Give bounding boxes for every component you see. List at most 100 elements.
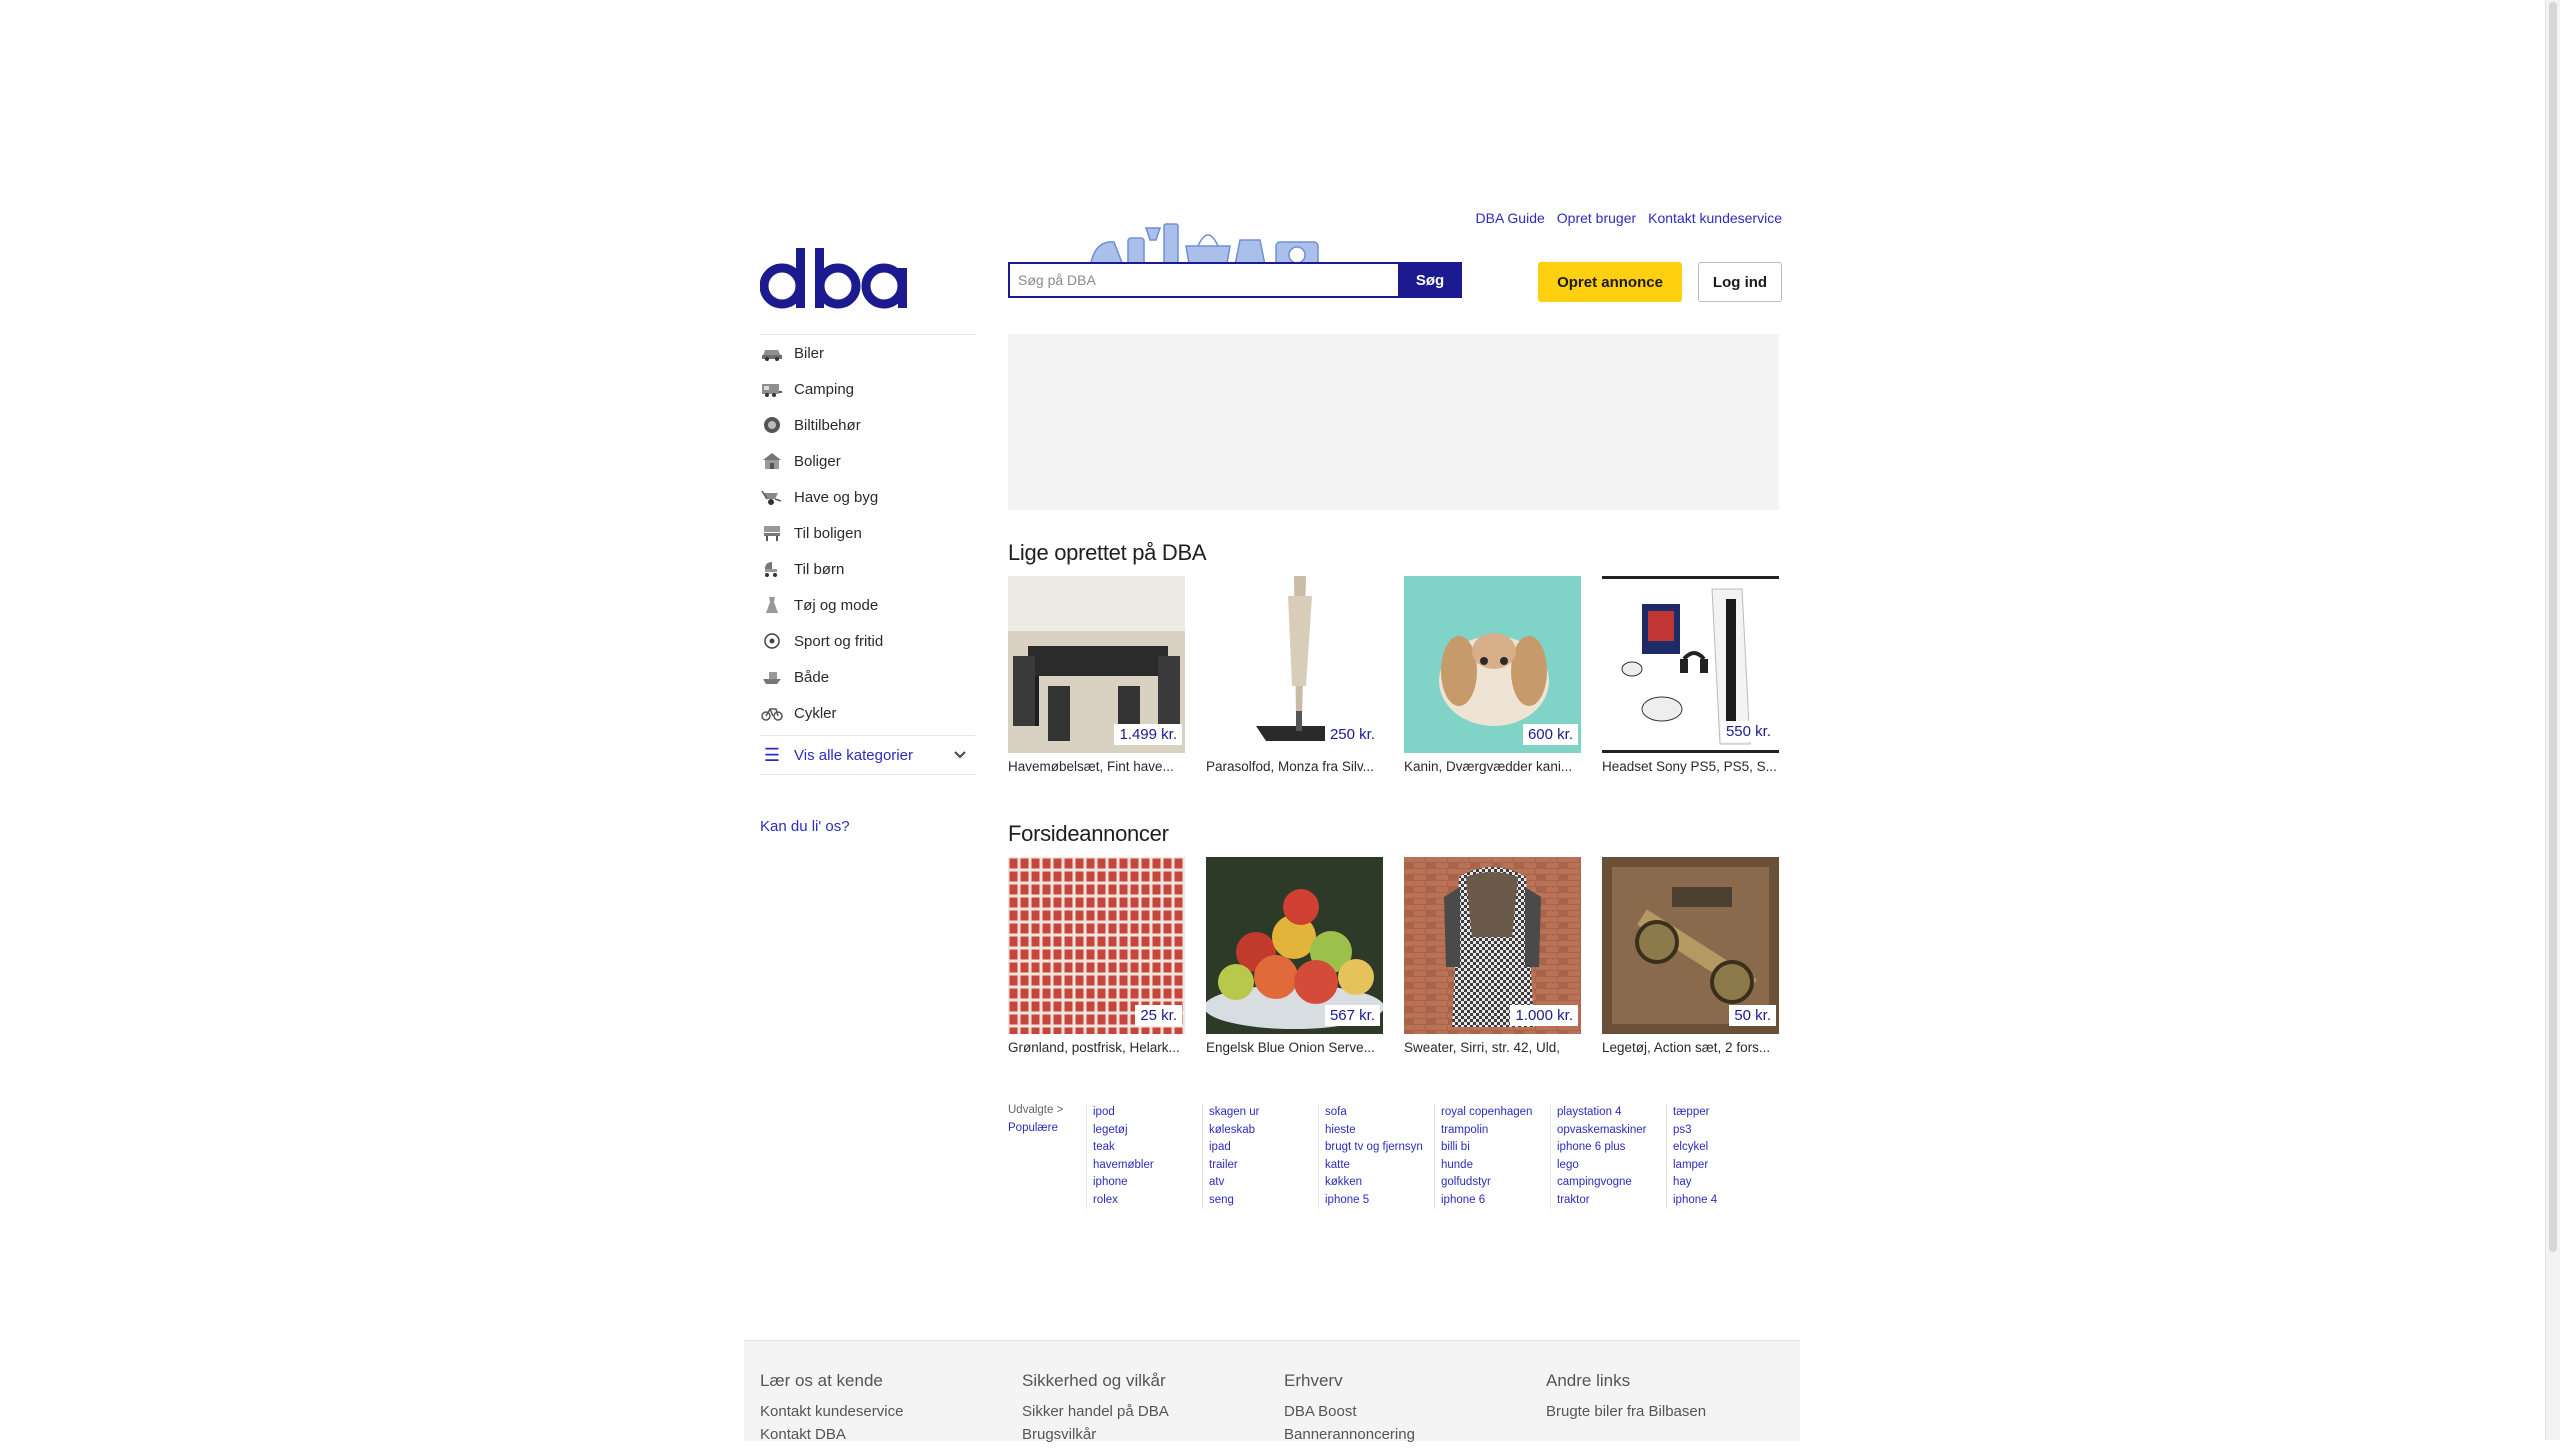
popular-link[interactable]: billi bi [1441, 1139, 1551, 1157]
footer-link[interactable]: Kontakt kundeservice [760, 1403, 903, 1420]
sidebar-item-baade[interactable]: Både [760, 659, 975, 695]
popular-link[interactable]: rolex [1093, 1192, 1203, 1210]
popular-link[interactable]: tæpper [1673, 1104, 1783, 1122]
listing-card[interactable]: 1.000 kr. Sweater, Sirri, str. 42, Uld, [1404, 857, 1581, 1055]
popular-link[interactable]: campingvogne [1557, 1174, 1667, 1192]
listing-card[interactable]: 1.499 kr. Havemøbelsæt, Fint have... [1008, 576, 1185, 774]
popular-link[interactable]: hay [1673, 1174, 1783, 1192]
listing-title[interactable]: Sweater, Sirri, str. 42, Uld, [1404, 1040, 1581, 1055]
sidebar-item-til-born[interactable]: Til børn [760, 551, 975, 587]
listing-image-sweater[interactable]: 1.000 kr. [1404, 857, 1581, 1034]
listing-title[interactable]: Engelsk Blue Onion Serve... [1206, 1040, 1383, 1055]
customer-service-link[interactable]: Kontakt kundeservice [1648, 210, 1782, 226]
popular-link[interactable]: legetøj [1093, 1122, 1203, 1140]
listing-card[interactable]: 567 kr. Engelsk Blue Onion Serve... [1206, 857, 1383, 1055]
popular-link[interactable]: golfudstyr [1441, 1174, 1551, 1192]
listing-image-ps5[interactable]: 550 kr. [1602, 576, 1779, 753]
create-ad-button[interactable]: Opret annonce [1538, 262, 1682, 302]
popular-link[interactable]: brugt tv og fjernsyn [1325, 1139, 1435, 1157]
search-button[interactable]: Søg [1398, 262, 1462, 298]
search-input[interactable] [1008, 262, 1398, 298]
popular-link[interactable]: skagen ur [1209, 1104, 1319, 1122]
popular-link[interactable]: traktor [1557, 1192, 1667, 1210]
listing-title[interactable]: Havemøbelsæt, Fint have... [1008, 759, 1185, 774]
sidebar-item-cykler[interactable]: Cykler [760, 695, 975, 731]
listing-title[interactable]: Kanin, Dværgvædder kani... [1404, 759, 1581, 774]
listing-card[interactable]: 550 kr. Headset Sony PS5, PS5, S... [1602, 576, 1779, 774]
create-user-link[interactable]: Opret bruger [1557, 210, 1636, 226]
listing-image-toy-set[interactable]: 50 kr. [1602, 857, 1779, 1034]
popular-link[interactable]: atv [1209, 1174, 1319, 1192]
listing-title[interactable]: Grønland, postfrisk, Helark... [1008, 1040, 1185, 1055]
footer-link[interactable]: DBA Boost [1284, 1403, 1415, 1420]
dba-logo[interactable] [760, 240, 910, 320]
popular-link[interactable]: teak [1093, 1139, 1203, 1157]
popular-link[interactable]: iphone 4 [1673, 1192, 1783, 1210]
login-button[interactable]: Log ind [1698, 262, 1782, 302]
popular-link[interactable]: royal copenhagen [1441, 1104, 1551, 1122]
popular-link[interactable]: playstation 4 [1557, 1104, 1667, 1122]
popular-link[interactable]: hunde [1441, 1157, 1551, 1175]
listing-image-stamps[interactable]: 25 kr. [1008, 857, 1185, 1034]
footer-link[interactable]: Sikker handel på DBA [1022, 1403, 1169, 1420]
tab-selected[interactable]: Udvalgte > [1008, 1104, 1088, 1116]
popular-link[interactable]: iphone [1093, 1174, 1203, 1192]
popular-link[interactable]: køkken [1325, 1174, 1435, 1192]
listing-card[interactable]: 600 kr. Kanin, Dværgvædder kani... [1404, 576, 1581, 774]
featured-section-title: Forsideannoncer [1008, 821, 1169, 846]
recent-listings: 1.499 kr. Havemøbelsæt, Fint have... 250… [1008, 576, 1779, 774]
popular-link[interactable]: lego [1557, 1157, 1667, 1175]
popular-link[interactable]: katte [1325, 1157, 1435, 1175]
listing-image-parasol-base[interactable]: 250 kr. [1206, 576, 1383, 753]
dba-guide-link[interactable]: DBA Guide [1476, 210, 1545, 226]
listing-card[interactable]: 25 kr. Grønland, postfrisk, Helark... [1008, 857, 1185, 1055]
popular-link[interactable]: ipod [1093, 1104, 1203, 1122]
footer-heading: Lær os at kende [760, 1371, 883, 1390]
listing-card[interactable]: 250 kr. Parasolfod, Monza fra Silv... [1206, 576, 1383, 774]
show-all-categories-button[interactable]: ☰ Vis alle kategorier [760, 735, 975, 775]
sidebar-item-toj-og-mode[interactable]: Tøj og mode [760, 587, 975, 623]
listing-title[interactable]: Legetøj, Action sæt, 2 fors... [1602, 1040, 1779, 1055]
popular-link[interactable]: elcykel [1673, 1139, 1783, 1157]
popular-link[interactable]: trampolin [1441, 1122, 1551, 1140]
popular-link[interactable]: køleskab [1209, 1122, 1319, 1140]
listing-image-rabbit[interactable]: 600 kr. [1404, 576, 1581, 753]
camper-icon [760, 379, 784, 399]
tab-popular[interactable]: Populære [1008, 1122, 1088, 1134]
footer-link[interactable]: Kontakt DBA [760, 1426, 903, 1443]
footer-link[interactable]: Brugte biler fra Bilbasen [1546, 1403, 1706, 1420]
popular-link[interactable]: iphone 5 [1325, 1192, 1435, 1210]
popular-link[interactable]: ipad [1209, 1139, 1319, 1157]
listing-title[interactable]: Parasolfod, Monza fra Silv... [1206, 759, 1383, 774]
listing-title[interactable]: Headset Sony PS5, PS5, S... [1602, 759, 1779, 774]
popular-link[interactable]: havemøbler [1093, 1157, 1203, 1175]
page-scrollbar[interactable] [2545, 0, 2560, 1440]
popular-link[interactable]: ps3 [1673, 1122, 1783, 1140]
sidebar-item-have-og-byg[interactable]: Have og byg [760, 479, 975, 515]
popular-link[interactable]: hieste [1325, 1122, 1435, 1140]
sidebar-item-sport-og-fritid[interactable]: Sport og fritid [760, 623, 975, 659]
popular-link[interactable]: iphone 6 plus [1557, 1139, 1667, 1157]
listing-image-apples[interactable]: 567 kr. [1206, 857, 1383, 1034]
sidebar-item-label: Biltilbehør [794, 416, 861, 434]
sidebar-item-biler[interactable]: Biler [760, 335, 975, 371]
listing-card[interactable]: 50 kr. Legetøj, Action sæt, 2 fors... [1602, 857, 1779, 1055]
chevron-down-icon [953, 747, 967, 763]
ad-banner[interactable] [1008, 334, 1779, 510]
sidebar-item-til-boligen[interactable]: Til boligen [760, 515, 975, 551]
listing-image-garden-set[interactable]: 1.499 kr. [1008, 576, 1185, 753]
listing-price: 567 kr. [1324, 1005, 1380, 1026]
footer-link[interactable]: Brugsvilkår [1022, 1426, 1169, 1443]
footer-link[interactable]: Bannerannoncering [1284, 1426, 1415, 1443]
popular-link[interactable]: seng [1209, 1192, 1319, 1210]
popular-link[interactable]: trailer [1209, 1157, 1319, 1175]
popular-link[interactable]: opvaskemaskiner [1557, 1122, 1667, 1140]
popular-link[interactable]: sofa [1325, 1104, 1435, 1122]
sidebar-item-camping[interactable]: Camping [760, 371, 975, 407]
scrollbar-thumb[interactable] [2549, 2, 2557, 1252]
sidebar-item-biltilbehor[interactable]: Biltilbehør [760, 407, 975, 443]
like-us-link[interactable]: Kan du li' os? [760, 818, 850, 835]
popular-link[interactable]: iphone 6 [1441, 1192, 1551, 1210]
popular-link[interactable]: lamper [1673, 1157, 1783, 1175]
sidebar-item-boliger[interactable]: Boliger [760, 443, 975, 479]
